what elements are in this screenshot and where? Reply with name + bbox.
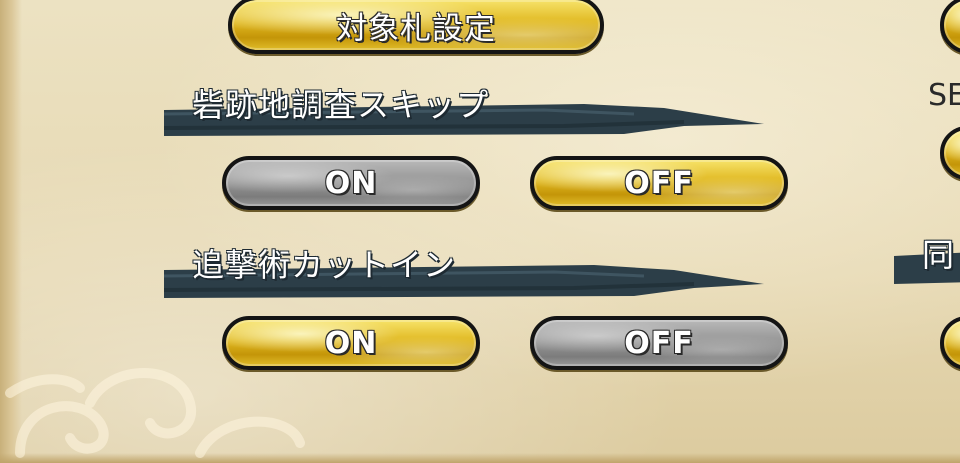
right-section-title-partial: 同 (922, 236, 956, 274)
pursuit-cut-in-on-button[interactable]: ON (222, 316, 480, 370)
cloud-swirl-decoration (5, 368, 305, 458)
on-label: ON (324, 165, 378, 201)
section-title-ruins-survey-skip: 砦跡地調査スキップ (192, 86, 490, 124)
ruins-survey-skip-on-button[interactable]: ON (222, 156, 480, 210)
right-column-top-button[interactable] (940, 0, 960, 54)
ruins-survey-skip-off-button[interactable]: OFF (530, 156, 788, 210)
pursuit-cut-in-off-button[interactable]: OFF (530, 316, 788, 370)
right-column-option-button-2[interactable] (940, 316, 960, 370)
right-column-option-button[interactable] (940, 126, 960, 180)
off-label: OFF (624, 325, 694, 361)
section-title-pursuit-cut-in: 追撃術カットイン (192, 246, 457, 284)
target-card-settings-label: 対象札設定 (336, 10, 496, 47)
off-label: OFF (624, 165, 694, 201)
target-card-settings-button[interactable]: 対象札設定 (228, 0, 604, 54)
on-label: ON (324, 325, 378, 361)
right-column-partial-label: SE (928, 78, 960, 113)
settings-screen: 対象札設定 砦跡地調査スキップ ON OFF 追撃術カットイン ON OFF S… (0, 0, 960, 463)
